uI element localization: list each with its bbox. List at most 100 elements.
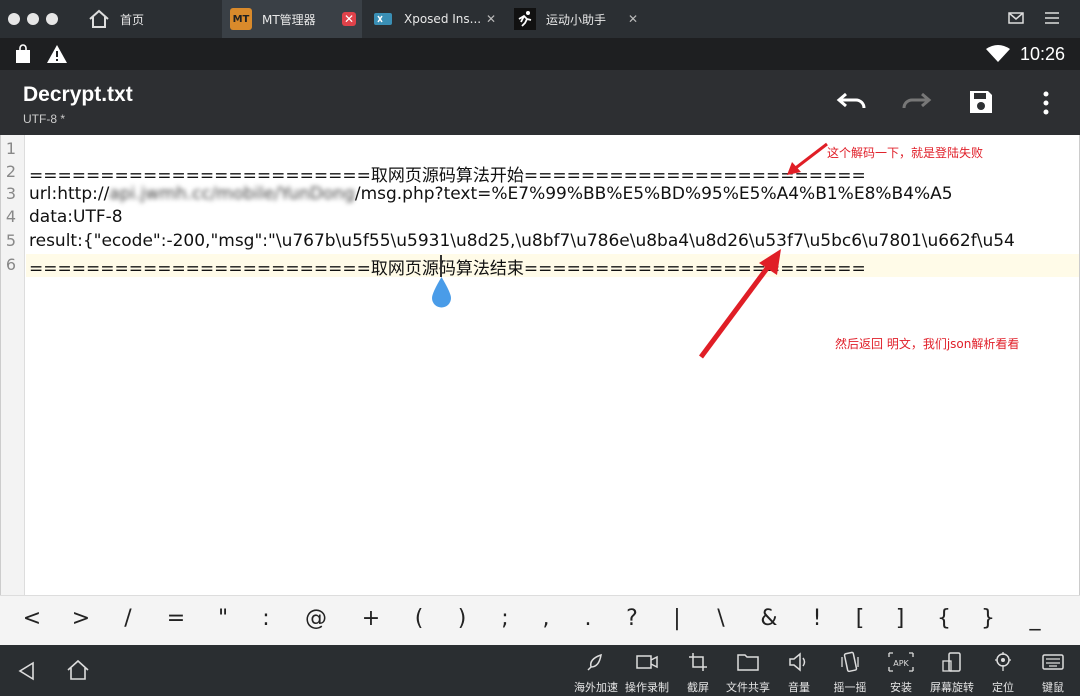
editor-app-bar: Decrypt.txt UTF-8 * bbox=[0, 70, 1080, 135]
symbol-key[interactable]: & bbox=[754, 606, 784, 631]
cursor-handle[interactable] bbox=[428, 275, 455, 316]
tool-keyboard-mouse[interactable]: 键鼠 bbox=[1026, 649, 1080, 695]
annotation-arrow-bottom bbox=[698, 249, 781, 359]
tool-shake[interactable]: 摇一摇 bbox=[823, 649, 877, 695]
text-line: ========================取网页源码算法开始=======… bbox=[29, 166, 866, 186]
tab-home[interactable]: 首页 bbox=[80, 0, 220, 38]
tab-close-icon[interactable]: ✕ bbox=[342, 12, 356, 26]
menu-icon[interactable] bbox=[1044, 11, 1060, 30]
symbol-key[interactable]: | bbox=[662, 606, 692, 631]
line-number-gutter: 1 2 3 4 5 6 bbox=[1, 135, 25, 595]
warning-icon bbox=[46, 44, 68, 69]
tab-close-icon[interactable]: ✕ bbox=[484, 12, 498, 26]
symbol-key[interactable]: + bbox=[356, 606, 386, 631]
symbol-key[interactable]: / bbox=[113, 606, 143, 631]
text-line-url: url:http://api.jwmh.cc/mobile/YunDong/ms… bbox=[29, 184, 953, 204]
text-editor[interactable]: 1 2 3 4 5 6 ========================取网页源… bbox=[0, 135, 1080, 595]
save-icon[interactable] bbox=[968, 89, 994, 120]
svg-text:APK: APK bbox=[893, 659, 909, 668]
symbol-key[interactable]: = bbox=[161, 606, 191, 631]
tab-sport-helper[interactable]: 运动小助手 ✕ bbox=[506, 0, 646, 38]
tool-overseas-boost[interactable]: 海外加速 bbox=[569, 649, 623, 695]
text-line: data:UTF-8 bbox=[29, 207, 123, 227]
tool-location[interactable]: 定位 bbox=[976, 649, 1030, 695]
shake-icon bbox=[823, 649, 877, 675]
tool-volume[interactable]: 音量 bbox=[772, 649, 826, 695]
line-number: 2 bbox=[5, 162, 17, 181]
file-title: Decrypt.txt bbox=[23, 83, 133, 106]
undo-icon[interactable] bbox=[836, 90, 868, 119]
line-number: 3 bbox=[5, 184, 17, 203]
xposed-icon bbox=[372, 8, 394, 30]
wifi-icon bbox=[986, 45, 1010, 68]
url-prefix: url:http:// bbox=[29, 184, 110, 204]
annotation-arrow-top bbox=[787, 142, 828, 175]
tab-label: MT管理器 bbox=[262, 12, 316, 27]
symbol-key[interactable]: @ bbox=[301, 606, 331, 631]
crop-icon bbox=[671, 649, 725, 675]
line-number: 4 bbox=[5, 207, 17, 226]
location-icon bbox=[976, 649, 1030, 675]
tool-record[interactable]: 操作录制 bbox=[620, 649, 674, 695]
more-options-icon[interactable] bbox=[1042, 91, 1050, 120]
symbol-key[interactable]: ; bbox=[490, 606, 520, 631]
symbol-key[interactable]: < bbox=[17, 606, 47, 631]
tab-xposed[interactable]: Xposed Ins... ✕ bbox=[364, 0, 504, 38]
symbol-key[interactable]: > bbox=[66, 606, 96, 631]
tool-screenshot[interactable]: 截屏 bbox=[671, 649, 725, 695]
back-icon[interactable] bbox=[17, 661, 35, 686]
tab-close-icon[interactable]: ✕ bbox=[626, 12, 640, 26]
android-status-bar: 10:26 bbox=[0, 38, 1080, 70]
window-maximize-dot[interactable] bbox=[46, 13, 58, 25]
home-icon bbox=[88, 8, 110, 30]
shopping-bag-icon bbox=[14, 44, 32, 69]
symbol-bar: < > / = " : @ + ( ) ; , . ? | \ & ! [ ] … bbox=[0, 595, 1080, 645]
symbol-key[interactable]: ) bbox=[447, 606, 477, 631]
file-encoding: UTF-8 * bbox=[23, 112, 65, 126]
mail-icon[interactable] bbox=[1008, 11, 1024, 30]
tool-file-share[interactable]: 文件共享 bbox=[721, 649, 775, 695]
text-cursor bbox=[440, 255, 442, 277]
symbol-key[interactable]: " bbox=[208, 606, 238, 631]
video-record-icon bbox=[620, 649, 674, 675]
rotate-screen-icon bbox=[925, 649, 979, 675]
symbol-key[interactable]: : bbox=[251, 606, 281, 631]
mt-manager-icon: MT bbox=[230, 8, 252, 30]
symbol-key[interactable]: . bbox=[573, 606, 603, 631]
line-number: 6 bbox=[5, 255, 17, 274]
apk-install-icon: APK bbox=[874, 649, 928, 675]
tab-mt-manager[interactable]: MT MT管理器 ✕ bbox=[222, 0, 362, 38]
rocket-icon bbox=[569, 649, 623, 675]
line-number: 5 bbox=[5, 231, 17, 250]
window-close-dot[interactable] bbox=[8, 13, 20, 25]
runner-icon bbox=[514, 8, 536, 30]
keyboard-mouse-icon bbox=[1026, 649, 1080, 675]
volume-icon bbox=[772, 649, 826, 675]
symbol-key[interactable]: \ bbox=[706, 606, 736, 631]
home-nav-icon[interactable] bbox=[66, 659, 90, 686]
folder-icon bbox=[721, 649, 775, 675]
symbol-key[interactable]: { bbox=[929, 606, 959, 631]
annotation-top: 这个解码一下，就是登陆失败 bbox=[827, 146, 984, 160]
symbol-key[interactable]: , bbox=[531, 606, 561, 631]
symbol-key[interactable]: ] bbox=[885, 606, 915, 631]
blurred-url-host: api.jwmh.cc/mobile/YunDong bbox=[109, 184, 355, 204]
emulator-toolbar: 海外加速 操作录制 截屏 文件共享 音量 摇一摇 APK 安装 屏幕旋转 定位 … bbox=[0, 645, 1080, 696]
text-line: result:{"ecode":-200,"msg":"\u767b\u5f55… bbox=[29, 231, 1015, 251]
emulator-tab-bar: 首页 MT MT管理器 ✕ Xposed Ins... ✕ 运动小助手 ✕ bbox=[0, 0, 1080, 38]
symbol-key[interactable]: ! bbox=[802, 606, 832, 631]
tab-label: Xposed Ins... bbox=[404, 12, 482, 26]
tool-install[interactable]: APK 安装 bbox=[874, 649, 928, 695]
url-path: /msg.php?text=%E7%99%BB%E5%BD%95%E5%A4%B… bbox=[354, 184, 953, 204]
symbol-key[interactable]: [ bbox=[845, 606, 875, 631]
symbol-key[interactable]: ? bbox=[617, 606, 647, 631]
redo-icon[interactable] bbox=[900, 90, 932, 119]
symbol-key[interactable]: ( bbox=[404, 606, 434, 631]
tab-label: 运动小助手 bbox=[546, 12, 607, 27]
line-number: 1 bbox=[5, 139, 17, 158]
symbol-key[interactable]: } bbox=[973, 606, 1003, 631]
window-minimize-dot[interactable] bbox=[27, 13, 39, 25]
tab-label: 首页 bbox=[120, 12, 145, 27]
symbol-key[interactable]: _ bbox=[1020, 606, 1050, 631]
tool-rotate[interactable]: 屏幕旋转 bbox=[925, 649, 979, 695]
